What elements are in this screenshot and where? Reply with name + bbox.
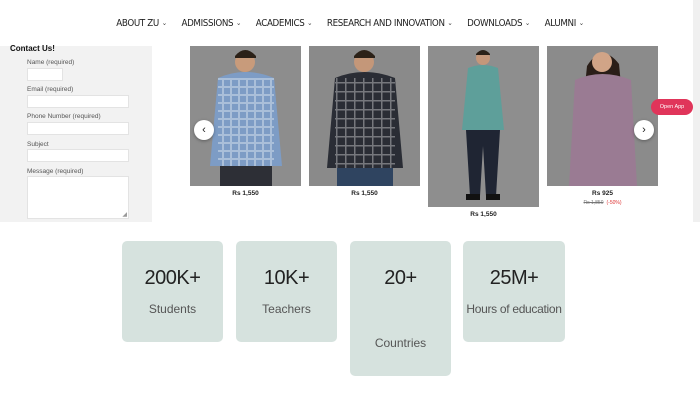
product-image[interactable] <box>190 46 301 186</box>
shirt-shape <box>462 65 504 130</box>
product-price: Rs 1,550 <box>232 190 259 197</box>
nav-item-academics[interactable]: ACADEMICS ⌄ <box>255 17 313 29</box>
product-image[interactable] <box>309 46 420 186</box>
chevron-right-icon: › <box>642 124 646 136</box>
contact-form-panel: Contact Us! Name (required) Email (requi… <box>0 44 152 222</box>
nav-label: ALUMNI <box>544 17 577 29</box>
product-price: Rs 1,550 <box>351 190 378 197</box>
product-price: Rs 1,550 <box>470 211 497 218</box>
chevron-down-icon: ⌄ <box>307 19 313 27</box>
model-photo-graphic <box>428 46 539 207</box>
stat-number: 20+ <box>384 267 417 289</box>
email-label: Email (required) <box>27 86 74 93</box>
model-photo-graphic <box>547 46 658 186</box>
stat-label: Hours of education <box>466 302 562 316</box>
open-app-button[interactable]: Open App <box>651 99 693 115</box>
message-label: Message (required) <box>27 168 84 175</box>
email-field[interactable] <box>27 95 129 108</box>
stat-label: Students <box>148 302 197 316</box>
stat-number: 25M+ <box>489 267 539 289</box>
message-textarea[interactable]: ◢ <box>27 176 129 219</box>
product-image[interactable] <box>428 46 539 207</box>
original-price: Rs 1,850 <box>583 200 604 206</box>
chevron-down-icon: ⌄ <box>578 19 584 27</box>
nav-item-alumni[interactable]: ALUMNI ⌄ <box>545 18 584 29</box>
price-discount: Rs 1,850 (-50%) <box>547 200 658 206</box>
name-field[interactable] <box>27 68 63 81</box>
product-price: Rs 925 <box>592 190 613 197</box>
nav-label: ABOUT ZU <box>116 17 159 29</box>
subject-field[interactable] <box>27 149 129 162</box>
stat-number: 10K+ <box>263 267 310 289</box>
top-navigation: ABOUT ZU ⌄ ADMISSIONS ⌄ ACADEMICS ⌄ RESEARC… <box>28 0 672 46</box>
nav-label: RESEARCH AND INNOVATION <box>326 17 445 29</box>
resize-handle-icon[interactable]: ◢ <box>122 211 127 218</box>
stat-card-hours: 25M+ Hours of education <box>463 241 565 342</box>
model-photo-graphic <box>309 46 420 186</box>
nav-item-downloads[interactable]: DOWNLOADS ⌄ <box>467 18 530 29</box>
contact-title: Contact Us! <box>10 44 55 53</box>
chevron-down-icon: ⌄ <box>161 19 167 27</box>
phone-label: Phone Number (required) <box>27 113 101 120</box>
subject-label: Subject <box>27 141 49 148</box>
phone-field[interactable] <box>27 122 129 135</box>
nav-item-about[interactable]: ABOUT ZU ⌄ <box>116 17 167 29</box>
discount-badge: (-50%) <box>606 200 622 206</box>
carousel-next-button[interactable]: › <box>634 120 654 140</box>
name-label: Name (required) <box>27 59 75 66</box>
nav-item-research[interactable]: RESEARCH AND INNOVATION ⌄ <box>327 18 453 29</box>
chevron-down-icon: ⌄ <box>447 19 453 27</box>
stat-card-students: 200K+ Students <box>122 241 223 342</box>
nav-label: ADMISSIONS <box>181 17 234 29</box>
stat-card-teachers: 10K+ Teachers <box>236 241 337 342</box>
chevron-down-icon: ⌄ <box>524 19 530 27</box>
nav-item-admissions[interactable]: ADMISSIONS ⌄ <box>181 18 241 29</box>
chevron-left-icon: ‹ <box>202 124 206 136</box>
nav-label: ACADEMICS <box>255 17 305 29</box>
carousel-prev-button[interactable]: ‹ <box>194 120 214 140</box>
stat-label: Teachers <box>262 302 311 316</box>
shirt-shape <box>569 74 637 186</box>
model-photo-graphic <box>190 46 301 186</box>
stat-number: 200K+ <box>144 267 201 289</box>
chevron-down-icon: ⌄ <box>236 19 242 27</box>
product-image[interactable] <box>547 46 658 186</box>
scrollbar[interactable] <box>693 0 700 222</box>
stat-card-countries: 20+ Countries <box>350 241 451 376</box>
nav-label: DOWNLOADS <box>467 17 523 29</box>
stat-label: Countries <box>374 336 427 350</box>
product-carousel: Rs 1,550 Rs 1,550 Rs 1,550 Rs 925 Rs 1,8… <box>152 46 700 226</box>
